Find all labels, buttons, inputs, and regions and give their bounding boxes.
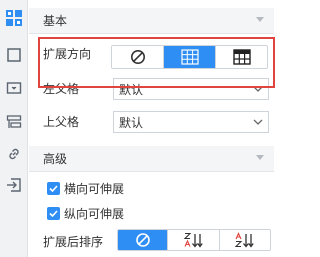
property-panel: 基本 扩展方向 左父格 默认 上父格 默认 高级 横向可伸展 纵向可伸展 扩展后… xyxy=(29,0,281,257)
sidebar xyxy=(0,0,28,257)
section-title-advanced: 高级 xyxy=(43,152,68,166)
left-parent-value: 默认 xyxy=(119,82,144,97)
section-title-basic: 基本 xyxy=(43,14,68,28)
grid-vertical-icon xyxy=(180,49,199,65)
vertical-stretch-label: 纵向可伸展 xyxy=(64,207,125,221)
square-frame-icon[interactable] xyxy=(3,44,25,66)
sort-after-expand-label: 扩展后排序 xyxy=(43,235,104,249)
expand-direction-label: 扩展方向 xyxy=(43,47,92,61)
widget-icon[interactable] xyxy=(3,77,25,99)
collapse-caret-icon[interactable] xyxy=(256,17,264,22)
vertical-stretch-checkbox[interactable] xyxy=(47,207,60,220)
horizontal-stretch-label: 横向可伸展 xyxy=(64,182,125,196)
top-parent-value: 默认 xyxy=(119,115,144,130)
link-icon[interactable] xyxy=(3,143,25,165)
left-parent-select[interactable]: 默认 xyxy=(113,78,269,100)
cell-expand-icon[interactable] xyxy=(3,7,25,29)
no-symbol-icon xyxy=(130,50,145,64)
expand-direction-toggle xyxy=(111,45,268,69)
vertical-stretch-row[interactable]: 纵向可伸展 xyxy=(47,205,124,222)
top-parent-select[interactable]: 默认 xyxy=(113,111,269,133)
sort-descending-button[interactable] xyxy=(220,230,270,250)
section-header-advanced[interactable]: 高级 xyxy=(29,146,274,172)
checkmark-icon xyxy=(49,210,58,217)
top-parent-label: 上父格 xyxy=(43,115,80,129)
sort-ascending-icon xyxy=(183,232,203,248)
expand-vertical-button[interactable] xyxy=(164,46,216,68)
expand-none-button[interactable] xyxy=(112,46,164,68)
section-header-basic[interactable]: 基本 xyxy=(29,8,274,34)
left-parent-label: 左父格 xyxy=(43,82,80,96)
horizontal-stretch-row[interactable]: 横向可伸展 xyxy=(47,180,124,197)
sort-after-expand-toggle xyxy=(117,229,271,251)
no-symbol-icon xyxy=(135,233,150,247)
chevron-down-icon[interactable] xyxy=(248,112,268,132)
expand-horizontal-button[interactable] xyxy=(216,46,267,68)
collapse-caret-icon[interactable] xyxy=(256,155,264,160)
checkmark-icon xyxy=(49,185,58,192)
horizontal-stretch-checkbox[interactable] xyxy=(47,182,60,195)
sort-none-button[interactable] xyxy=(118,230,169,250)
grid-horizontal-icon xyxy=(232,49,251,65)
chevron-down-icon[interactable] xyxy=(248,79,268,99)
sort-ascending-button[interactable] xyxy=(168,230,220,250)
layers-icon[interactable] xyxy=(3,111,25,133)
sort-descending-icon xyxy=(234,232,254,248)
import-icon[interactable] xyxy=(3,174,25,196)
